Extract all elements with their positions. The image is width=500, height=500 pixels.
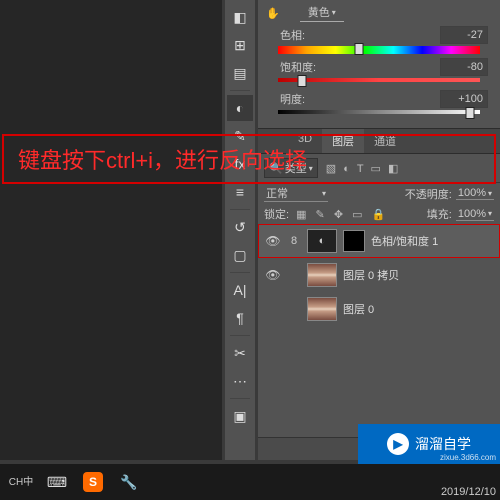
filter-shape-icon[interactable]: ▭ <box>371 163 381 175</box>
sat-label: 饱和度: <box>280 59 330 75</box>
layer-thumb[interactable] <box>307 263 337 287</box>
tool-color-picker[interactable]: ◧ <box>227 4 253 30</box>
fill-label: 填充: <box>427 206 452 222</box>
opacity-label: 不透明度: <box>405 186 452 202</box>
light-value[interactable]: +100 <box>440 90 488 108</box>
hand-icon[interactable]: ✋ <box>266 7 280 20</box>
lock-pixel-icon[interactable]: ▦ <box>296 209 306 221</box>
tool-swatches[interactable]: ⊞ <box>227 32 253 58</box>
link-icon[interactable]: 8 <box>287 235 301 247</box>
tab-layers[interactable]: 图层 <box>322 129 364 153</box>
filter-pixel-icon[interactable]: ▧ <box>326 163 336 175</box>
tool-para[interactable]: ¶ <box>227 305 253 331</box>
visibility-toggle[interactable]: 👁 <box>265 268 281 282</box>
filter-adjust-icon[interactable]: ◐ <box>343 163 350 175</box>
ime-tool-icon[interactable]: 🔧 <box>114 468 144 496</box>
layer-list: 👁 8 ◐ 色相/饱和度 1 👁 图层 0 拷贝 👁 图层 0 <box>258 224 500 437</box>
light-row: 明度: +100 <box>280 90 488 108</box>
tool-info[interactable]: ≡ <box>227 179 253 205</box>
tool-more[interactable]: ⋯ <box>227 368 253 394</box>
windows-taskbar: CH中 ⌨ S 🔧 <box>0 464 500 500</box>
tool-properties[interactable]: ▢ <box>227 242 253 268</box>
tool-sep <box>230 272 250 273</box>
sat-knob[interactable] <box>298 75 307 87</box>
light-slider[interactable] <box>278 110 480 120</box>
filter-type-icon[interactable]: T <box>357 163 364 175</box>
tool-libraries[interactable]: ▤ <box>227 60 253 86</box>
play-icon: ▶ <box>387 433 409 455</box>
taskbar-date[interactable]: 2019/12/10 <box>441 486 496 498</box>
opacity-value[interactable]: 100%▾ <box>456 187 494 200</box>
layer-mask[interactable] <box>343 230 365 252</box>
hsl-adjust-panel: ✋ 黄色▾ 色相: -27 饱和度: -80 明度: +100 <box>258 0 500 129</box>
hue-slider[interactable] <box>278 46 480 56</box>
ime-keyboard-icon[interactable]: ⌨ <box>42 468 72 496</box>
tool-brush[interactable]: ✎ <box>227 123 253 149</box>
panel-tab-bar: 3D 图层 通道 <box>258 129 500 154</box>
blend-opacity-bar: 正常▾ 不透明度: 100%▾ <box>258 183 500 204</box>
layer-row-hsl[interactable]: 👁 8 ◐ 色相/饱和度 1 <box>258 224 500 258</box>
lock-move-icon[interactable]: ✥ <box>334 209 343 221</box>
visibility-toggle[interactable]: 👁 <box>265 234 281 248</box>
filter-kind-dropdown[interactable]: 🔍 类型 ▾ <box>264 158 318 178</box>
tool-sep <box>230 398 250 399</box>
tool-scissors[interactable]: ✂ <box>227 340 253 366</box>
tool-sep <box>230 209 250 210</box>
ime-lang[interactable]: CH中 <box>6 468 36 496</box>
filter-icons: ▧ ◐ T ▭ ◧ <box>322 162 399 175</box>
watermark-brand: 溜溜自学 <box>415 434 471 454</box>
fill-value[interactable]: 100%▾ <box>456 208 494 221</box>
sat-slider[interactable] <box>278 78 480 88</box>
lock-artboard-icon[interactable]: ▭ <box>352 209 362 221</box>
lock-icons: ▦ ✎ ✥ ▭ 🔒 <box>293 208 388 221</box>
lock-brush-icon[interactable]: ✎ <box>316 209 325 221</box>
tool-layers[interactable]: ▣ <box>227 403 253 429</box>
tool-history[interactable]: ↺ <box>227 214 253 240</box>
layer-row-base[interactable]: 👁 图层 0 <box>258 292 500 326</box>
layer-name[interactable]: 图层 0 <box>343 301 493 317</box>
layer-name[interactable]: 图层 0 拷贝 <box>343 267 493 283</box>
tool-char[interactable]: A| <box>227 277 253 303</box>
layer-thumb[interactable] <box>307 297 337 321</box>
tool-sep <box>230 335 250 336</box>
light-knob[interactable] <box>465 107 474 119</box>
sat-row: 饱和度: -80 <box>280 58 488 76</box>
hue-row: 色相: -27 <box>280 26 488 44</box>
right-panel-group: ✋ 黄色▾ 色相: -27 饱和度: -80 明度: +100 <box>258 0 500 460</box>
vertical-tool-column: ◧ ⊞ ▤ ◐ ✎ fx ≡ ↺ ▢ A| ¶ ✂ ⋯ ▣ <box>225 0 255 460</box>
color-range-dropdown[interactable]: 黄色▾ <box>300 4 344 22</box>
lock-label: 锁定: <box>264 206 289 222</box>
hue-value[interactable]: -27 <box>440 26 488 44</box>
layer-filter-bar: 🔍 类型 ▾ ▧ ◐ T ▭ ◧ <box>258 154 500 183</box>
light-label: 明度: <box>280 91 330 107</box>
sat-value[interactable]: -80 <box>440 58 488 76</box>
tab-channels[interactable]: 通道 <box>364 129 406 153</box>
tool-sep <box>230 90 250 91</box>
lock-fill-bar: 锁定: ▦ ✎ ✥ ▭ 🔒 填充: 100%▾ <box>258 204 500 224</box>
tool-styles[interactable]: fx <box>227 151 253 177</box>
layer-name[interactable]: 色相/饱和度 1 <box>371 233 493 249</box>
canvas-area[interactable] <box>0 0 222 460</box>
hue-label: 色相: <box>280 27 330 43</box>
tool-adjust[interactable]: ◐ <box>227 95 253 121</box>
hue-knob[interactable] <box>354 43 363 55</box>
tab-3d[interactable]: 3D <box>288 129 322 153</box>
layer-row-copy[interactable]: 👁 图层 0 拷贝 <box>258 258 500 292</box>
filter-smart-icon[interactable]: ◧ <box>388 163 398 175</box>
sogou-icon[interactable]: S <box>78 468 108 496</box>
lock-all-icon[interactable]: 🔒 <box>372 209 386 221</box>
watermark-url: zixue.3d66.com <box>440 453 496 462</box>
blend-mode-dropdown[interactable]: 正常▾ <box>264 185 328 202</box>
adjust-thumb[interactable]: ◐ <box>307 229 337 253</box>
